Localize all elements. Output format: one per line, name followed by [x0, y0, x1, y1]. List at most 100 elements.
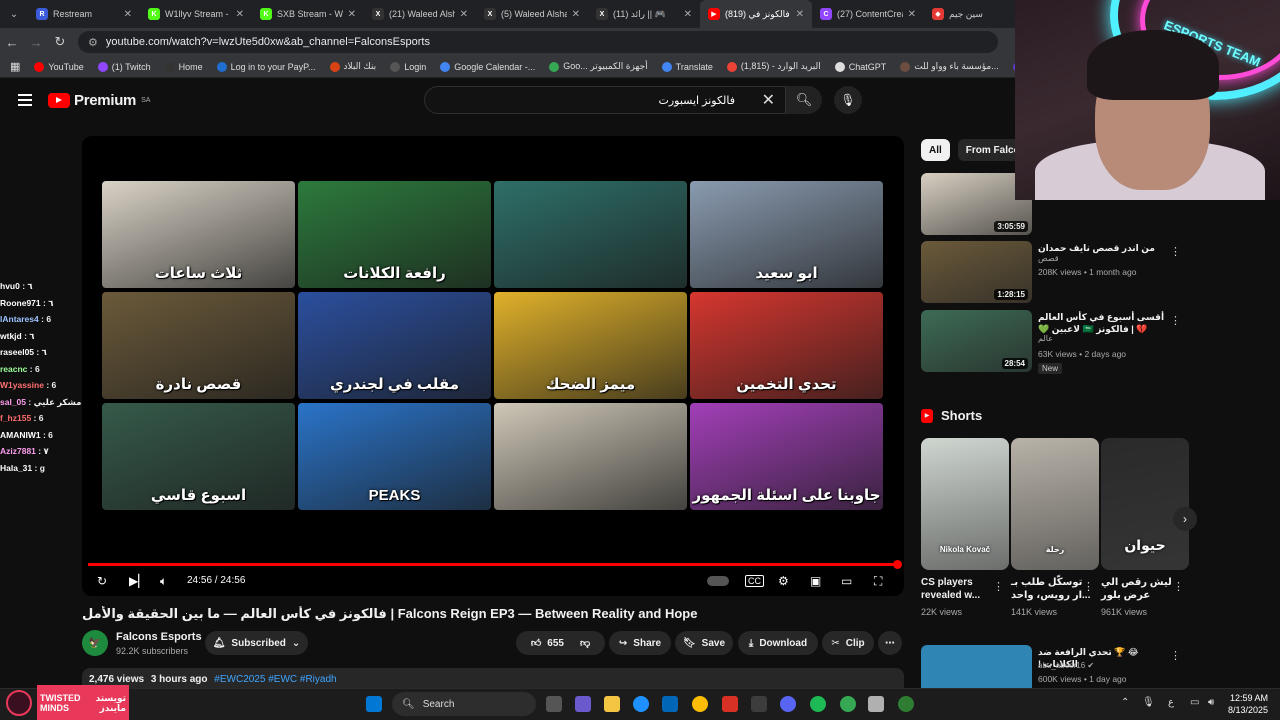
taskbar-search[interactable]: 🔍︎ Search: [392, 692, 536, 716]
chrome-icon[interactable]: [692, 696, 708, 712]
browser-tab[interactable]: X (11) رائد || 🎮 ✕: [588, 0, 700, 28]
end-screen-video[interactable]: رافعة الكلانات: [298, 181, 491, 288]
tab-close-icon[interactable]: ✕: [348, 9, 356, 20]
tab-close-icon[interactable]: ✕: [460, 9, 468, 20]
kebab-menu-icon[interactable]: ⋮: [1083, 580, 1094, 593]
kebab-menu-icon[interactable]: ⋮: [1170, 649, 1181, 662]
short-title[interactable]: CS players revealed w...: [921, 576, 1001, 602]
recommended-video[interactable]: 1:28:15 من اندر قصص نايف حمدان قصص 208K vie…: [921, 241, 1181, 303]
like-icon[interactable]: 👍︎: [531, 637, 541, 649]
tab-close-icon[interactable]: ✕: [908, 9, 916, 20]
task-view-icon[interactable]: [546, 696, 562, 712]
site-info-icon[interactable]: ⚙: [88, 36, 98, 49]
recommended-video[interactable]: 28:54 أقسى أسبوع في كأس العالم 💔 | فالكون…: [921, 310, 1181, 374]
browser-tab[interactable]: ▶ (819) فالكونز في ✕: [700, 0, 812, 28]
store-icon[interactable]: [662, 696, 678, 712]
back-arrow-icon[interactable]: ←: [0, 35, 24, 50]
browser-tab[interactable]: X (5) Waleed Alsha ✕: [476, 0, 588, 28]
end-screen-video[interactable]: تحدي التخمين: [690, 292, 883, 399]
network-icon[interactable]: ▭: [1190, 697, 1199, 708]
short-thumbnail[interactable]: Nikola Kovač: [921, 438, 1009, 570]
bookmark-item[interactable]: Goo... أجهزة الكمبيوتر: [549, 61, 648, 72]
search-button[interactable]: 🔍︎: [786, 86, 822, 114]
app-icon[interactable]: [868, 696, 884, 712]
browser-tab[interactable]: R Restream ✕: [28, 0, 140, 28]
settings-gear-icon[interactable]: ⚙: [778, 572, 789, 590]
bookmark-item[interactable]: Login: [390, 61, 426, 72]
end-screen-video[interactable]: اسبوع قاسي: [102, 403, 295, 510]
shorts-next-arrow-icon[interactable]: ›: [1173, 507, 1197, 531]
download-button[interactable]: ⤓ Download: [738, 631, 818, 655]
bookmark-item[interactable]: (1) Twitch: [97, 61, 151, 72]
volume-tray-icon[interactable]: 🔊︎: [1208, 697, 1214, 708]
autoplay-toggle[interactable]: [707, 576, 729, 586]
bookmark-item[interactable]: YouTube: [34, 61, 84, 72]
bookmark-item[interactable]: Google Calendar -...: [440, 61, 535, 72]
end-screen-video[interactable]: [494, 403, 687, 510]
volume-icon[interactable]: 🔈︎: [160, 572, 167, 590]
end-screen-video[interactable]: PEAKS: [298, 403, 491, 510]
tab-search-chevron-icon[interactable]: ⌄: [0, 0, 28, 28]
save-button[interactable]: 🔖︎ Save: [675, 631, 733, 655]
tab-close-icon[interactable]: ✕: [796, 9, 804, 20]
progress-scrubber[interactable]: [893, 560, 902, 569]
captions-icon[interactable]: CC: [745, 575, 764, 587]
system-clock[interactable]: 12:59 AM 8/13/2025: [1228, 692, 1268, 716]
short-title[interactable]: ليش رقص الي عرض بلور: [1101, 576, 1181, 602]
app-icon[interactable]: [898, 696, 914, 712]
windows-start-icon[interactable]: [366, 696, 382, 712]
replay-icon[interactable]: ↻: [97, 572, 107, 590]
bookmark-item[interactable]: مؤسسة باء وواو للت...: [900, 61, 999, 72]
keyboard-language[interactable]: ع: [1168, 697, 1174, 708]
hashtags[interactable]: #EWC2025 #EWC #Riyadh: [214, 674, 336, 685]
bookmark-item[interactable]: Translate: [661, 61, 713, 72]
bookmark-item[interactable]: (1,815) - البريد الوارد: [726, 61, 821, 72]
short-title[interactable]: توسكّل طلب بـ ...ار رويس، واحد: [1011, 576, 1091, 602]
youtube-logo[interactable]: Premium SA: [48, 92, 150, 109]
end-screen-video[interactable]: جاوبنا على اسئلة الجمهور: [690, 403, 883, 510]
tab-close-icon[interactable]: ✕: [684, 9, 692, 20]
address-bar[interactable]: ⚙ youtube.com/watch?v=lwzUte5d0xw&ab_cha…: [78, 31, 998, 53]
voice-search-button[interactable]: 🎙︎: [834, 86, 862, 114]
channel-avatar[interactable]: 🦅: [82, 630, 108, 656]
end-screen-video[interactable]: قصص نادرة: [102, 292, 295, 399]
subscribed-button[interactable]: 🔔︎ Subscribed ⌄: [205, 631, 308, 655]
dislike-icon[interactable]: 👎︎: [580, 637, 590, 649]
filter-chip[interactable]: All: [921, 139, 950, 161]
theater-mode-icon[interactable]: ▭: [841, 572, 852, 590]
app-icon[interactable]: [751, 696, 767, 712]
end-screen-video[interactable]: مقلب في لجندري: [298, 292, 491, 399]
progress-bar[interactable]: [88, 563, 898, 566]
share-button[interactable]: ↪ Share: [609, 631, 671, 655]
copilot-icon[interactable]: [575, 696, 591, 712]
short-thumbnail[interactable]: رحلة: [1011, 438, 1099, 570]
bookmark-item[interactable]: بنك البلاد: [329, 61, 376, 72]
chrome-profile-icon[interactable]: [840, 696, 856, 712]
tray-mic-icon[interactable]: 🎙︎: [1142, 697, 1155, 708]
browser-tab[interactable]: X (21) Waleed Alsha ✕: [364, 0, 476, 28]
reload-icon[interactable]: ↻: [48, 34, 72, 50]
end-screen-video[interactable]: [494, 181, 687, 288]
more-actions-button[interactable]: ⋯: [878, 631, 902, 655]
end-screen-video[interactable]: ثلاث ساعات: [102, 181, 295, 288]
channel-name[interactable]: Falcons Esports: [116, 631, 202, 643]
browser-tab[interactable]: K W1llyv Stream - Wa ✕: [140, 0, 252, 28]
discord-icon[interactable]: [780, 696, 796, 712]
end-screen-video[interactable]: ميمز الضحك: [494, 292, 687, 399]
tray-chevron-icon[interactable]: ⌃: [1121, 697, 1129, 708]
clear-search-icon[interactable]: ✕: [762, 90, 775, 110]
kebab-menu-icon[interactable]: ⋮: [993, 580, 1004, 593]
short-thumbnail[interactable]: حيوان: [1101, 438, 1189, 570]
obs-icon[interactable]: [722, 696, 738, 712]
kebab-menu-icon[interactable]: ⋮: [1173, 580, 1184, 593]
search-input[interactable]: فالكونز ايسبورت ✕: [424, 86, 786, 114]
browser-tab[interactable]: K SXB Stream - Wat ✕: [252, 0, 364, 28]
tab-close-icon[interactable]: ✕: [236, 9, 244, 20]
apps-grid-icon[interactable]: ▦: [10, 60, 20, 73]
edge-icon[interactable]: [633, 696, 649, 712]
bookmark-item[interactable]: Home: [164, 61, 203, 72]
bookmark-item[interactable]: ChatGPT: [834, 61, 886, 72]
clip-button[interactable]: ✂ Clip: [822, 631, 874, 655]
fullscreen-icon[interactable]: ⛶: [874, 572, 882, 590]
miniplayer-icon[interactable]: ▣: [810, 572, 821, 590]
